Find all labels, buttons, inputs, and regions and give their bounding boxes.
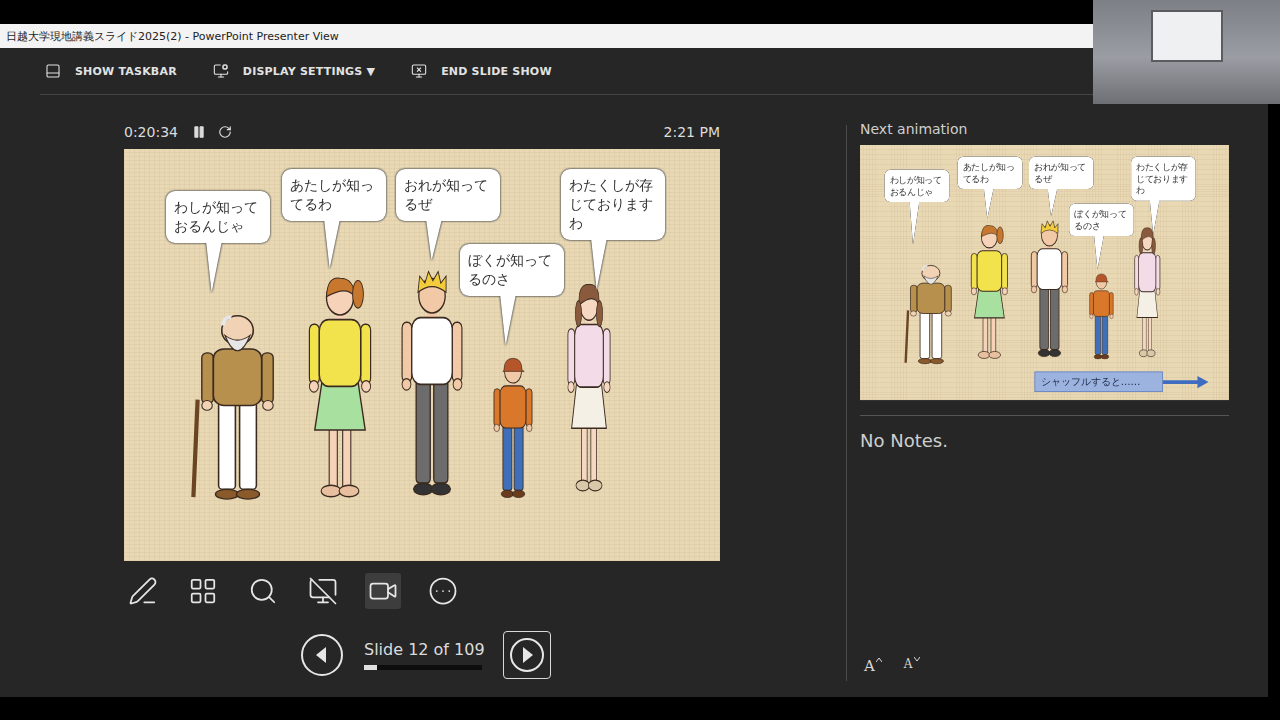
speech-bubble: おれが知ってるぜ — [1029, 157, 1093, 189]
screen-tool[interactable] — [305, 573, 341, 609]
woman-figure — [963, 220, 1016, 360]
decrease-caret-icon — [914, 657, 920, 662]
reset-button[interactable] — [218, 125, 232, 139]
zoom-tool[interactable] — [245, 573, 281, 609]
bubble-tail — [500, 294, 516, 346]
speech-text: あたしが知ってるわ — [958, 157, 1022, 189]
woman-figure — [295, 269, 385, 499]
zoom-icon — [248, 576, 278, 606]
girl-figure — [558, 277, 620, 493]
next-icon — [508, 636, 546, 674]
speech-bubble: あたしが知ってるわ — [282, 169, 386, 221]
next-animation-heading: Next animation — [860, 121, 1268, 137]
elder-figure — [185, 306, 290, 501]
speech-bubble: ぼくが知ってるのさ — [1069, 204, 1133, 236]
speech-bubble: わたくしが存じておりますわ — [1131, 157, 1195, 201]
pause-button[interactable] — [192, 125, 206, 139]
slide-column: 0:20:34 2:21 PM わしが知っておるんじゃあたしが知ってるわおれが知って… — [124, 95, 720, 697]
bubble-tail — [1094, 235, 1104, 270]
tools-row — [124, 573, 720, 609]
navigation: Slide 12 of 109 — [124, 631, 720, 679]
speech-text: わたくしが存じておりますわ — [561, 169, 665, 240]
reset-icon — [218, 125, 232, 139]
slides-tool[interactable] — [185, 573, 221, 609]
speech-text: ぼくが知ってるのさ — [1069, 204, 1133, 236]
speech-bubble: おれが知ってるぜ — [396, 169, 500, 221]
font-increase-button[interactable]: A — [862, 655, 884, 677]
clock: 2:21 PM — [664, 124, 720, 140]
screen: 日越大学現地講義スライド2025(2) - PowerPoint Present… — [0, 0, 1280, 720]
more-tool[interactable] — [425, 573, 461, 609]
camera-feed — [1093, 0, 1280, 104]
next-button[interactable] — [503, 631, 551, 679]
toolbar: SHOW TASKBAR DISPLAY SETTINGS ▼ END SLIDE … — [40, 48, 1240, 95]
timer-row: 0:20:34 2:21 PM — [124, 121, 720, 143]
man-figure — [388, 267, 476, 497]
bubble-tail — [591, 238, 607, 290]
camera-tool[interactable] — [365, 573, 401, 609]
elapsed-time: 0:20:34 — [124, 124, 178, 140]
previous-icon — [300, 633, 344, 677]
pen-icon — [128, 576, 158, 606]
speech-text: わしが知っておるんじゃ — [885, 170, 949, 202]
man-figure — [1023, 218, 1076, 358]
speech-bubble: わしが知っておるんじゃ — [885, 170, 949, 202]
speech-bubble: ぼくが知ってるのさ — [460, 244, 564, 296]
screen-icon — [308, 576, 338, 606]
font-decrease-button[interactable]: A — [902, 655, 922, 677]
speech-text: あたしが知ってるわ — [282, 169, 386, 221]
bubble-tail — [206, 241, 222, 293]
speech-text: おれが知ってるぜ — [1029, 157, 1093, 189]
end-button[interactable]: END SLIDE SHOW — [408, 59, 555, 83]
more-icon — [428, 576, 458, 606]
pause-icon — [192, 125, 206, 139]
speech-text: わしが知っておるんじゃ — [166, 191, 270, 243]
slide-progress — [364, 665, 482, 670]
speech-bubble: あたしが知ってるわ — [958, 157, 1022, 189]
bubble-tail — [324, 219, 340, 269]
bubble-tail — [1150, 199, 1160, 234]
girl-figure — [1129, 223, 1166, 358]
notes-pane: Next animationわしが知っておるんじゃあたしが知ってるわおれが知って… — [846, 125, 1268, 681]
pen-tool[interactable] — [125, 573, 161, 609]
bubble-tail — [426, 219, 442, 261]
arrow-icon — [1163, 375, 1209, 389]
font-size-buttons: AA — [860, 655, 1268, 681]
notes-text: No Notes. — [860, 430, 1268, 451]
display-icon — [213, 63, 229, 79]
next-preview: わしが知っておるんじゃあたしが知ってるわおれが知ってるぜぼくが知ってるのさわたく… — [860, 145, 1229, 401]
slides-icon — [188, 576, 218, 606]
bubble-tail — [910, 201, 920, 244]
boy-figure — [485, 354, 541, 499]
taskbar-icon — [45, 63, 61, 79]
speech-bubble: わしが知っておるんじゃ — [166, 191, 270, 243]
speech-text: ぼくが知ってるのさ — [460, 244, 564, 296]
presenter-window: 日越大学現地講義スライド2025(2) - PowerPoint Present… — [0, 24, 1268, 697]
previous-button[interactable] — [298, 631, 346, 679]
speech-bubble: わたくしが存じておりますわ — [561, 169, 665, 240]
speech-text: おれが知ってるぜ — [396, 169, 500, 221]
title-bar: 日越大学現地講義スライド2025(2) - PowerPoint Present… — [0, 24, 1268, 48]
speech-text: わたくしが存じておりますわ — [1131, 157, 1195, 201]
increase-caret-icon — [876, 657, 882, 662]
taskbar-button[interactable]: SHOW TASKBAR — [42, 59, 180, 83]
bubble-tail — [1048, 188, 1058, 216]
shuffle-button: シャッフルすると…… — [1035, 372, 1209, 392]
display-button[interactable]: DISPLAY SETTINGS ▼ — [210, 59, 378, 83]
end-icon — [411, 63, 427, 79]
boy-figure — [1084, 271, 1119, 360]
bubble-tail — [984, 188, 994, 219]
slide-counter: Slide 12 of 109 — [364, 640, 485, 659]
current-slide: わしが知っておるんじゃあたしが知ってるわおれが知ってるぜぼくが知ってるのさわたく… — [124, 149, 720, 561]
camera-icon — [368, 576, 398, 606]
elder-figure — [901, 260, 961, 365]
preview-slide: わしが知っておるんじゃあたしが知ってるわおれが知ってるぜぼくが知ってるのさわたく… — [860, 145, 1229, 400]
